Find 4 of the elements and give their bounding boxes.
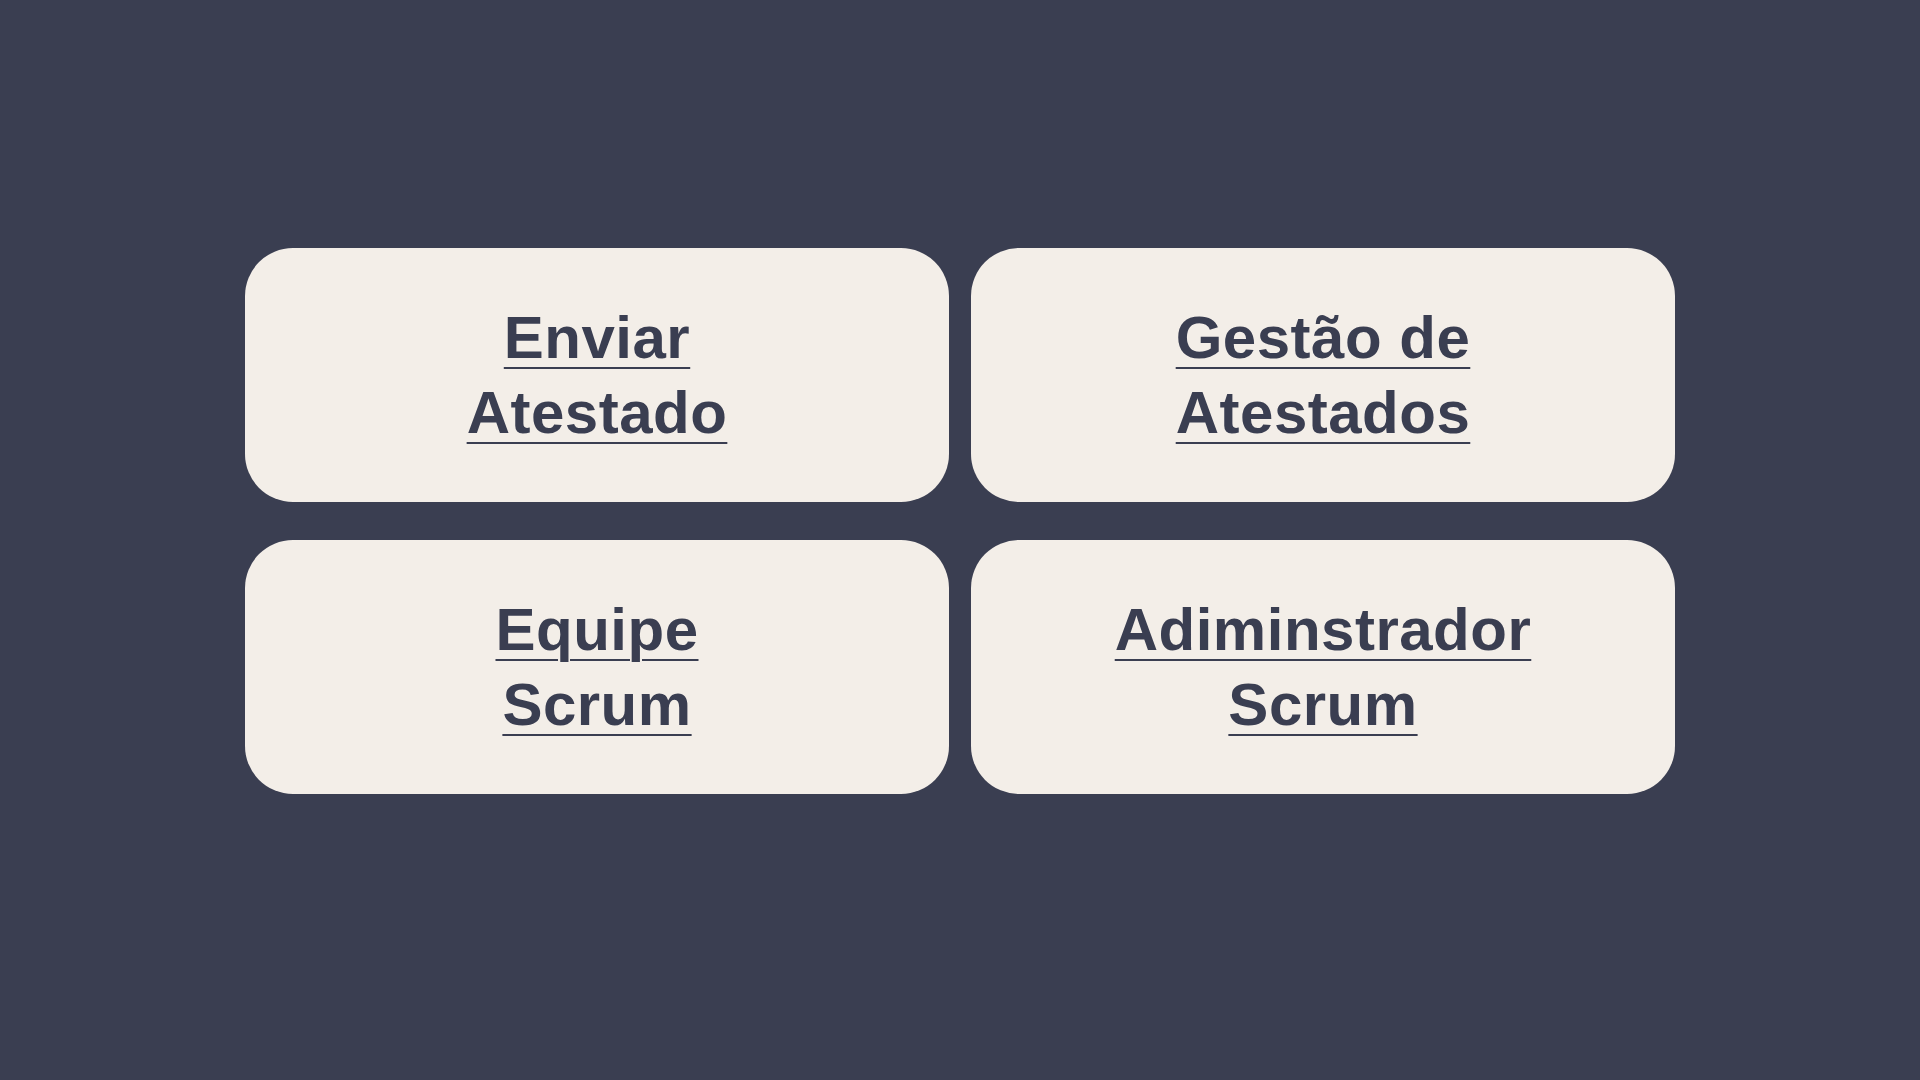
- menu-card-link[interactable]: Gestão de Atestados: [971, 248, 1675, 502]
- menu-card-link[interactable]: Enviar Atestado: [245, 248, 949, 502]
- menu-card-link[interactable]: Equipe Scrum: [245, 540, 949, 794]
- menu-card-link[interactable]: Adiminstrador Scrum: [971, 540, 1675, 794]
